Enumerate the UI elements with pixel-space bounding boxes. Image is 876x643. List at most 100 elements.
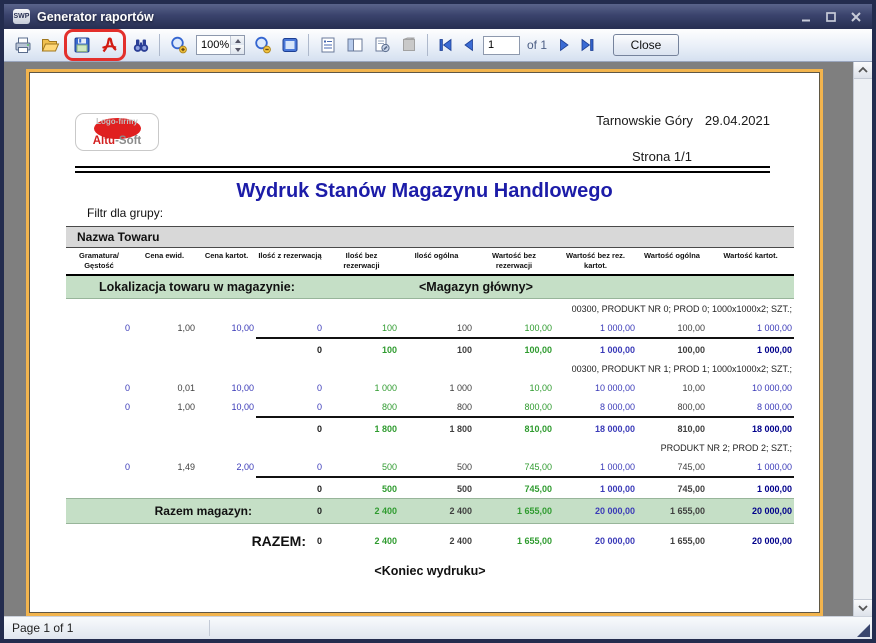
cell: 20 000,00 xyxy=(707,523,794,553)
find-icon[interactable] xyxy=(128,32,153,58)
vertical-scrollbar[interactable] xyxy=(853,62,872,616)
close-icon[interactable] xyxy=(849,10,863,24)
cell: 100,00 xyxy=(637,338,707,359)
column-header: Gramatura/ Gęstość xyxy=(66,248,132,275)
print-icon[interactable] xyxy=(10,32,35,58)
scroll-up-icon[interactable] xyxy=(854,62,872,79)
zoom-out-icon[interactable] xyxy=(250,32,275,58)
column-header: Cena kartot. xyxy=(197,248,256,275)
cell: 1 000 xyxy=(399,378,474,397)
grand-total-label: RAZEM: xyxy=(252,533,306,549)
cell: 100 xyxy=(324,318,399,338)
report-content: Logo-firmy Altu-Soft Tarnowskie Góry 29.… xyxy=(29,72,820,578)
cell: 0,01 xyxy=(132,378,197,397)
data-row: 01,0010,000100100100,001 000,00100,001 0… xyxy=(66,318,794,338)
cell: 20 000,00 xyxy=(554,523,637,553)
export-pdf-icon[interactable] xyxy=(96,32,121,58)
title-bar: SWP Generator raportów xyxy=(4,4,872,29)
subtotal-row: 01 8001 800810,0018 000,00810,0018 000,0… xyxy=(66,417,794,438)
zoom-spin-down-icon[interactable] xyxy=(231,45,244,54)
report-page: Logo-firmy Altu-Soft Tarnowskie Góry 29.… xyxy=(26,69,823,616)
toolbar-separator xyxy=(427,34,428,56)
resize-grip[interactable] xyxy=(857,624,870,637)
cell: PRODUKT NR 2; PROD 2; SZT.; xyxy=(66,438,794,457)
cell: 10,00 xyxy=(197,378,256,397)
next-page-icon[interactable] xyxy=(554,33,575,57)
prev-page-icon[interactable] xyxy=(457,33,478,57)
company-logo: Logo-firmy Altu-Soft xyxy=(75,113,159,151)
minimize-icon[interactable] xyxy=(799,10,813,24)
app-window: SWP Generator raportów xyxy=(0,0,876,643)
cell: 800,00 xyxy=(637,397,707,417)
zoom-spin-up-icon[interactable] xyxy=(231,36,244,45)
cell: 500 xyxy=(324,457,399,477)
scroll-down-icon[interactable] xyxy=(854,599,872,616)
cell: 2,00 xyxy=(197,457,256,477)
column-header: Wartość bez rezerwacji xyxy=(474,248,554,275)
first-page-icon[interactable] xyxy=(434,33,455,57)
close-button[interactable]: Close xyxy=(613,34,679,56)
page-setup-icon[interactable] xyxy=(369,32,394,58)
window-title: Generator raportów xyxy=(37,10,154,24)
cell: 2 400 xyxy=(399,498,474,523)
cell: 745,00 xyxy=(474,457,554,477)
cell: 10,00 xyxy=(197,397,256,417)
zoom-level-input[interactable] xyxy=(197,36,230,54)
edit-icon xyxy=(396,32,421,58)
cell: 1 800 xyxy=(399,417,474,438)
cell: 20 000,00 xyxy=(554,498,637,523)
cell xyxy=(66,477,256,499)
cell: 100,00 xyxy=(637,318,707,338)
cell: 100 xyxy=(399,338,474,359)
report-city: Tarnowskie Góry xyxy=(596,113,693,128)
cell: 100,00 xyxy=(474,318,554,338)
cell: 1 000,00 xyxy=(707,338,794,359)
zoom-in-icon[interactable] xyxy=(166,32,191,58)
cell: 18 000,00 xyxy=(554,417,637,438)
cell: 810,00 xyxy=(474,417,554,438)
cell: 1 655,00 xyxy=(637,498,707,523)
cell: 8 000,00 xyxy=(554,397,637,417)
header-rule xyxy=(75,166,770,173)
cell: Lokalizacja towaru w magazynie:<Magazyn … xyxy=(66,275,794,299)
maximize-icon[interactable] xyxy=(824,10,838,24)
cell: 1,00 xyxy=(132,397,197,417)
cell xyxy=(66,338,256,359)
whole-page-icon[interactable] xyxy=(277,32,302,58)
cell: 745,00 xyxy=(637,457,707,477)
cell: 100 xyxy=(399,318,474,338)
toolbar-separator xyxy=(308,34,309,56)
report-header-right: Tarnowskie Góry 29.04.2021 Strona 1/1 xyxy=(596,113,770,164)
cell: 2 400 xyxy=(399,523,474,553)
zoom-level-control xyxy=(196,35,245,55)
cell: 1 000,00 xyxy=(554,338,637,359)
status-separator xyxy=(209,620,210,636)
sidebar-icon[interactable] xyxy=(342,32,367,58)
cell: 0 xyxy=(256,498,324,523)
preview-area: Logo-firmy Altu-Soft Tarnowskie Góry 29.… xyxy=(4,62,872,616)
column-header: Cena ewid. xyxy=(132,248,197,275)
cell: 18 000,00 xyxy=(707,417,794,438)
cell: 0 xyxy=(256,318,324,338)
cell: 500 xyxy=(399,457,474,477)
cell: 10 000,00 xyxy=(554,378,637,397)
open-icon[interactable] xyxy=(37,32,62,58)
cell: 0 xyxy=(256,338,324,359)
last-page-icon[interactable] xyxy=(577,33,598,57)
toolbar-separator xyxy=(159,34,160,56)
cell: 0 xyxy=(256,397,324,417)
outline-icon[interactable] xyxy=(315,32,340,58)
cell: 0 xyxy=(66,318,132,338)
cell: 800 xyxy=(399,397,474,417)
page-number-input[interactable] xyxy=(483,36,520,55)
product-name-row: 00300, PRODUKT NR 1; PROD 1; 1000x1000x2… xyxy=(66,359,794,378)
subtotal-row: 0500500745,001 000,00745,001 000,00 xyxy=(66,477,794,499)
column-header: Ilość bez rezerwacji xyxy=(324,248,399,275)
save-icon[interactable] xyxy=(69,32,94,58)
cell: 0 xyxy=(256,417,324,438)
logo-brand: Altu-Soft xyxy=(76,135,158,147)
filter-label: Filtr dla grupy: xyxy=(87,206,820,220)
report-table: Nazwa TowaruGramatura/ GęstośćCena ewid.… xyxy=(66,226,794,553)
cell: 1 655,00 xyxy=(474,523,554,553)
cell xyxy=(66,417,256,438)
